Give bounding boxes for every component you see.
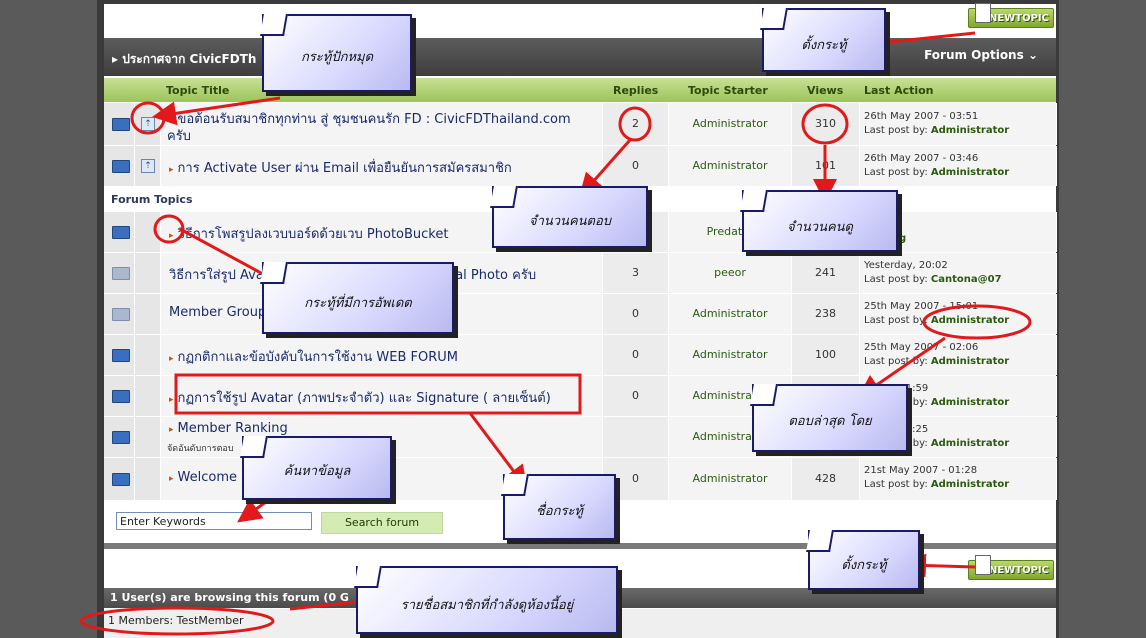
updated-circle [153, 214, 185, 244]
note-last-reply: ตอบล่าสุด โดย [752, 384, 908, 452]
note-replies: จำนวนคนตอบ [492, 186, 648, 248]
note-new-topic-top: ตั้งกระทู้ [762, 8, 886, 72]
note-views: จำนวนคนดู [742, 190, 898, 252]
note-new-topic-bottom: ตั้งกระทู้ [808, 530, 920, 590]
note-search: ค้นหาข้อมูล [242, 436, 392, 500]
lastby-circle [922, 304, 1032, 340]
views-circle [801, 103, 849, 145]
annotation-overlay [79, 30, 1032, 636]
members-circle [79, 606, 275, 636]
note-members-list: รายชื่อสมาชิกที่กำลังดูห้องนี้อยู่ [356, 566, 618, 634]
note-updated-topic: กระทู้ที่มีการอัพเดต [262, 262, 454, 334]
replies-circle [618, 106, 652, 142]
topic-name-box [174, 373, 582, 415]
note-pinned: กระทู้ปักหมุด [262, 14, 412, 92]
note-topic-name: ชื่อกระทู้ [503, 474, 616, 540]
pinned-circle [130, 101, 166, 135]
